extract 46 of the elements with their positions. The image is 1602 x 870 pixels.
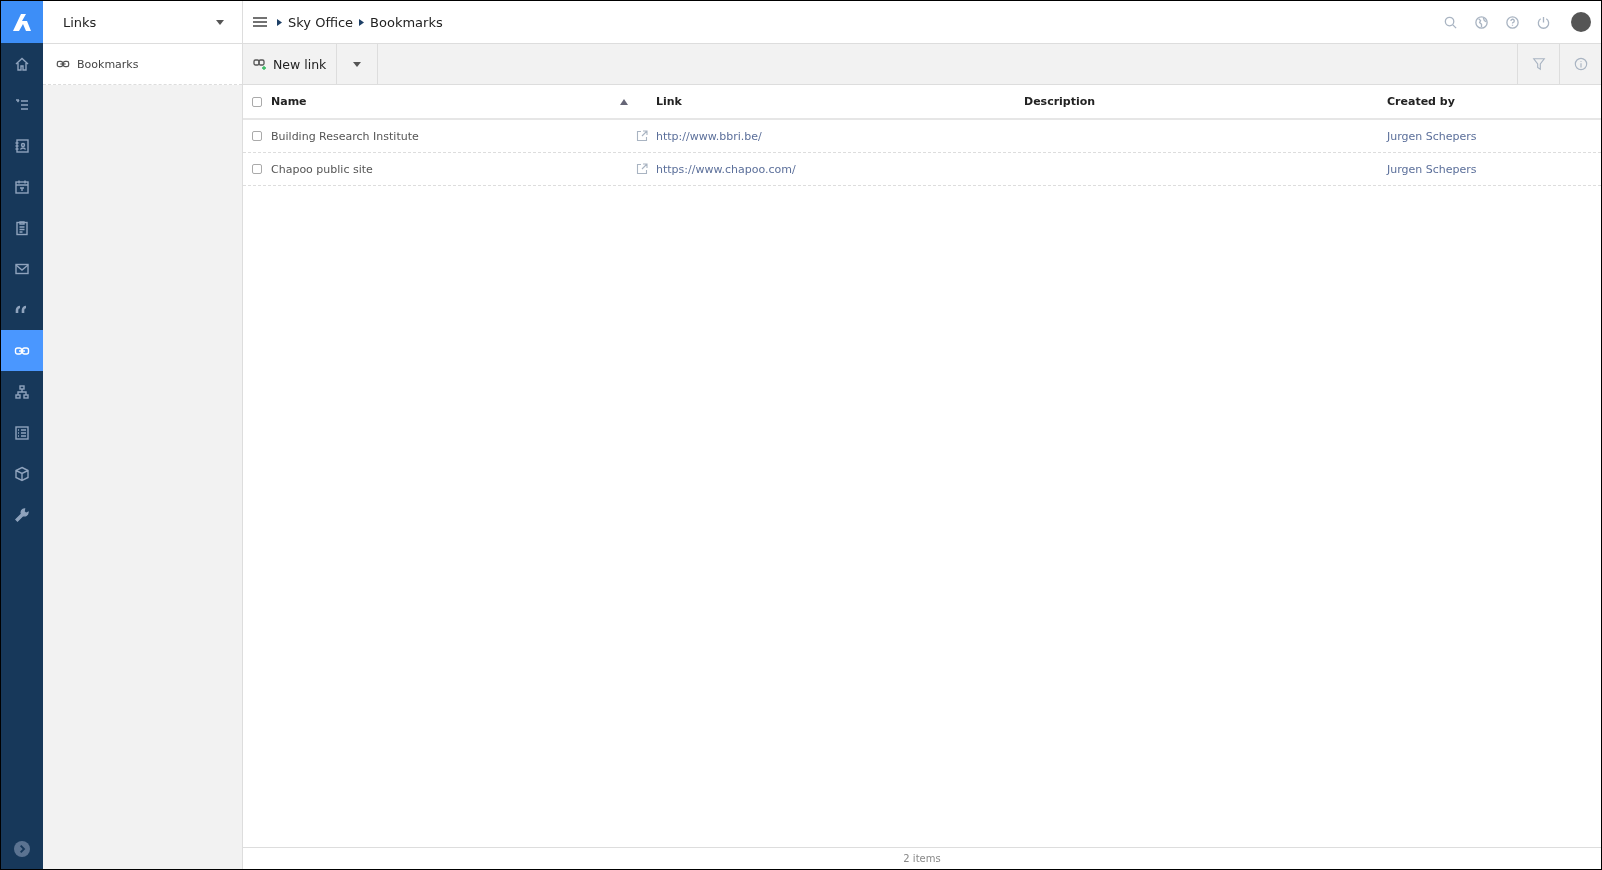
sort-arrow-icon[interactable] xyxy=(620,98,628,105)
info-icon xyxy=(1573,57,1588,71)
clipboard-icon xyxy=(14,219,30,236)
globe-button[interactable] xyxy=(1474,14,1489,30)
item-count: 2 items xyxy=(903,853,941,864)
address-book-icon xyxy=(14,137,30,154)
table-cell-text: Building Research Institute xyxy=(271,129,420,143)
power-button[interactable] xyxy=(1536,14,1551,30)
table-cell-text: Chapoo public site xyxy=(271,162,374,176)
breadcrumb-arrow-icon xyxy=(277,18,282,26)
search-button[interactable] xyxy=(1443,14,1458,30)
expand-icon[interactable] xyxy=(14,841,30,857)
menu-button[interactable] xyxy=(253,17,267,27)
link[interactable]: http://www.bbri.be/ xyxy=(656,129,762,143)
caret-icon xyxy=(353,61,362,67)
filter-icon xyxy=(1531,57,1546,71)
cube-icon xyxy=(14,465,30,482)
dropdown-button[interactable] xyxy=(216,19,224,25)
calendar-icon xyxy=(14,178,30,195)
sidebar-item[interactable]: Bookmarks xyxy=(43,44,242,85)
breadcrumb-arrow-icon xyxy=(359,18,365,26)
breadcrumb-item[interactable]: Sky Office xyxy=(288,14,354,30)
nav-button[interactable] xyxy=(1,330,43,371)
column-header[interactable]: Name xyxy=(271,95,307,108)
add-link-icon xyxy=(253,58,267,70)
column-header[interactable]: Description xyxy=(1024,95,1096,108)
user-link[interactable]: Jurgen Schepers xyxy=(1387,129,1477,143)
help-button[interactable] xyxy=(1505,14,1520,30)
row-checkbox[interactable] xyxy=(252,164,262,174)
breadcrumb-item[interactable]: Bookmarks xyxy=(370,14,443,30)
link[interactable]: https://www.chapoo.com/ xyxy=(656,162,796,176)
row-checkbox[interactable] xyxy=(252,131,262,141)
wrench-icon xyxy=(14,506,30,523)
checklist-icon xyxy=(14,424,30,441)
column-header[interactable]: Link xyxy=(656,95,682,108)
column-header[interactable]: Created by xyxy=(1387,95,1455,108)
home-icon xyxy=(14,55,30,72)
external-link-icon[interactable] xyxy=(636,163,648,175)
user-link[interactable]: Jurgen Schepers xyxy=(1387,162,1477,176)
list-tree-icon xyxy=(14,96,30,113)
hierarchy-icon xyxy=(14,383,30,400)
app-logo[interactable] xyxy=(1,1,43,43)
user-avatar[interactable] xyxy=(1571,12,1591,32)
select-all-checkbox[interactable] xyxy=(252,96,262,107)
panel-title: Links xyxy=(63,14,97,30)
external-link-icon[interactable] xyxy=(636,130,648,142)
